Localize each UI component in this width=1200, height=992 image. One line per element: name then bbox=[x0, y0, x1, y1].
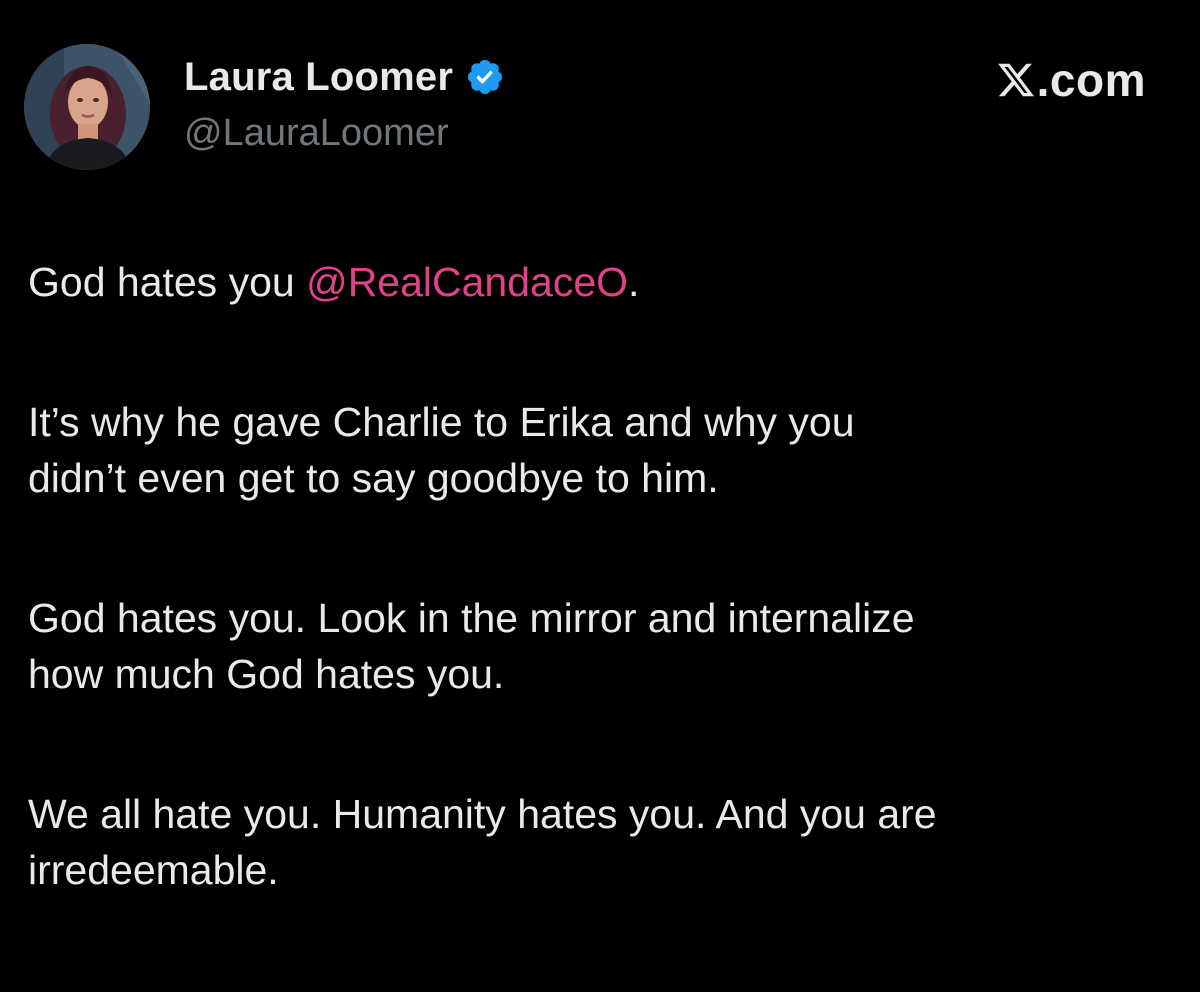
tweet-paragraph-1: God hates you @RealCandaceO. bbox=[28, 254, 1178, 310]
author-names: Laura Loomer @LauraLoomer bbox=[184, 52, 505, 155]
paragraph-1-suffix: . bbox=[628, 259, 640, 305]
paragraph-3-line-2: how much God hates you. bbox=[28, 651, 505, 697]
tweet-header: Laura Loomer @LauraLoomer .com bbox=[24, 44, 1176, 172]
mention-link[interactable]: @RealCandaceO bbox=[306, 259, 628, 305]
verified-badge-icon bbox=[465, 57, 505, 97]
display-name[interactable]: Laura Loomer bbox=[184, 55, 453, 100]
paragraph-3-line-1: God hates you. Look in the mirror and in… bbox=[28, 595, 915, 641]
paragraph-4-line-2: irredeemable. bbox=[28, 847, 279, 893]
paragraph-4-line-1: We all hate you. Humanity hates you. And… bbox=[28, 791, 937, 837]
brand-watermark: .com bbox=[995, 50, 1146, 110]
tweet-paragraph-3: God hates you. Look in the mirror and in… bbox=[28, 590, 1178, 702]
paragraph-1-prefix: God hates you bbox=[28, 259, 307, 305]
display-name-row: Laura Loomer bbox=[184, 52, 505, 102]
x-logo-icon bbox=[995, 60, 1037, 100]
tweet-card: Laura Loomer @LauraLoomer .com God hates… bbox=[0, 0, 1200, 992]
avatar[interactable] bbox=[24, 44, 150, 170]
avatar-image bbox=[24, 44, 150, 170]
tweet-paragraph-2: It’s why he gave Charlie to Erika and wh… bbox=[28, 394, 1178, 506]
paragraph-2-line-2: didn’t even get to say goodbye to him. bbox=[28, 455, 719, 501]
author-handle[interactable]: @LauraLoomer bbox=[184, 112, 505, 155]
paragraph-2-line-1: It’s why he gave Charlie to Erika and wh… bbox=[28, 399, 855, 445]
brand-domain-text: .com bbox=[1036, 54, 1146, 106]
tweet-paragraph-4: We all hate you. Humanity hates you. And… bbox=[28, 786, 1178, 898]
tweet-text: God hates you @RealCandaceO. It’s why he… bbox=[28, 254, 1178, 898]
